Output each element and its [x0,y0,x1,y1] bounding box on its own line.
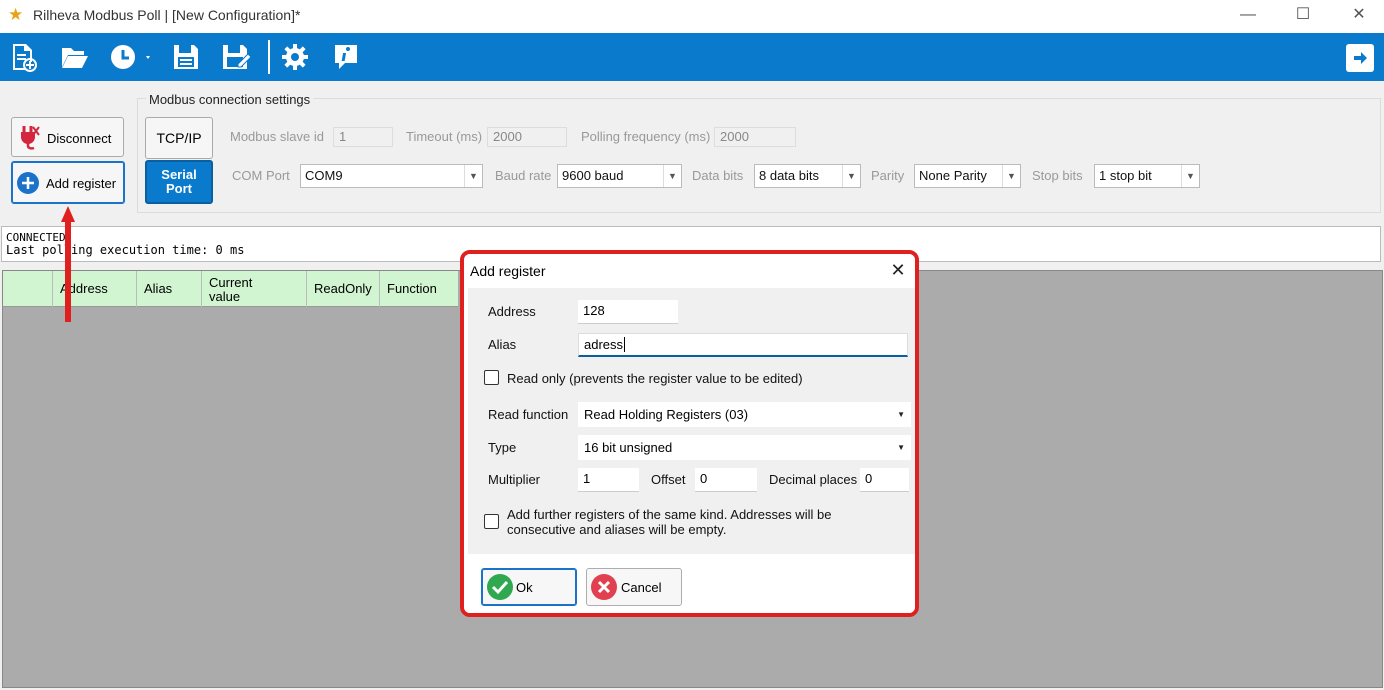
ok-button[interactable]: Ok [481,568,577,606]
cancel-x-icon [590,573,618,604]
plug-icon [18,124,42,153]
chevron-down-icon: ▼ [842,165,860,187]
timeout-field: 2000 [487,127,567,147]
stop-bits-value: 1 stop bit [1099,168,1152,183]
read-function-select[interactable]: Read Holding Registers (03) ▼ [578,402,911,427]
save-icon[interactable] [170,42,202,72]
read-function-label: Read function [488,407,569,422]
alias-label: Alias [488,337,517,352]
baud-rate-select[interactable]: 9600 baud ▼ [557,164,682,188]
readonly-checkbox[interactable] [484,370,499,385]
grid-header-select[interactable] [3,271,53,307]
multiplier-label: Multiplier [488,472,541,487]
parity-value: None Parity [919,168,987,183]
chevron-down-icon: ▼ [464,165,482,187]
maximize-button[interactable]: ☐ [1275,0,1331,33]
decimal-places-input[interactable]: 0 [860,468,909,492]
exit-icon[interactable] [1346,44,1374,72]
alias-value: adress [584,337,624,352]
current-value-text: Current value [209,275,253,304]
timeout-label: Timeout (ms) [406,129,483,144]
add-register-button[interactable]: Add register [11,161,125,204]
app-star-icon: ★ [8,5,24,24]
chevron-down-icon: ▼ [897,410,905,419]
type-label: Type [488,440,517,455]
type-select[interactable]: 16 bit unsigned ▼ [578,435,911,460]
disconnect-button[interactable]: Disconnect [11,117,124,157]
parity-label: Parity [871,168,905,183]
polling-label: Polling frequency (ms) [581,129,711,144]
offset-label: Offset [651,472,686,487]
stop-bits-select[interactable]: 1 stop bit ▼ [1094,164,1200,188]
save-as-icon[interactable] [220,42,252,72]
chevron-down-icon: ▼ [1181,165,1199,187]
parity-select[interactable]: None Parity ▼ [914,164,1021,188]
add-register-label: Add register [46,176,117,191]
serial-label-line1: Serial [161,167,197,182]
checkmark-icon [486,573,514,604]
settings-gear-icon[interactable] [279,42,311,72]
com-port-value: COM9 [305,168,343,183]
dialog-body: Address 128 Alias adress Read only (prev… [468,288,915,554]
add-further-checkbox[interactable] [484,514,499,529]
plus-circle-icon [16,171,40,198]
chevron-down-icon: ▼ [663,165,681,187]
com-port-label: COM Port [232,168,290,183]
title-bar: ★ Rilheva Modbus Poll | [New Configurati… [0,0,1384,33]
grid-header-alias[interactable]: Alias [137,271,202,307]
new-file-icon[interactable] [7,42,39,72]
slave-id-field: 1 [333,127,393,147]
grid-header-readonly[interactable]: ReadOnly [307,271,380,307]
window-title: Rilheva Modbus Poll | [New Configuration… [33,7,301,23]
add-further-line2: consecutive and aliases will be empty. [507,522,727,537]
add-further-label: Add further registers of the same kind. … [507,507,831,537]
dialog-footer: Ok Cancel [464,554,915,613]
address-input[interactable]: 128 [578,300,678,324]
decimal-places-label: Decimal places [769,472,858,487]
grid-header-function[interactable]: Function [380,271,458,307]
dialog-close-button[interactable]: ✕ [887,260,909,282]
data-bits-select[interactable]: 8 data bits ▼ [754,164,861,188]
read-function-value: Read Holding Registers (03) [584,407,749,422]
add-register-dialog: Add register ✕ Address 128 Alias adress … [460,250,919,617]
toolbar-separator [268,40,270,74]
serial-label-line2: Port [166,181,192,196]
text-caret [624,337,626,352]
chevron-down-icon: ▼ [897,443,905,452]
type-value: 16 bit unsigned [584,440,673,455]
alias-input[interactable]: adress [578,333,908,357]
grid-header-current-value[interactable]: Current value [202,271,307,307]
dialog-title-bar: Add register ✕ [464,254,915,288]
ok-label: Ok [516,580,533,595]
chevron-down-icon: ▼ [1002,165,1020,187]
connection-settings-group: Modbus connection settings [137,92,1381,213]
data-bits-label: Data bits [692,168,744,183]
close-window-button[interactable]: ✕ [1331,0,1384,33]
cancel-label: Cancel [621,580,662,595]
info-icon[interactable] [330,42,362,72]
offset-input[interactable]: 0 [695,468,757,492]
connection-settings-legend: Modbus connection settings [146,92,314,107]
add-further-line1: Add further registers of the same kind. … [507,507,832,522]
baud-rate-value: 9600 baud [562,168,624,183]
polling-field: 2000 [714,127,796,147]
com-port-select[interactable]: COM9 ▼ [300,164,483,188]
tcp-ip-button[interactable]: TCP/IP [145,117,213,159]
minimize-button[interactable]: — [1220,0,1276,33]
dialog-title: Add register [470,263,546,279]
serial-port-button[interactable]: Serial Port [145,160,213,204]
address-label: Address [488,304,536,319]
data-bits-value: 8 data bits [759,168,819,183]
annotation-arrow [61,206,75,322]
cancel-button[interactable]: Cancel [586,568,682,606]
readonly-label: Read only (prevents the register value t… [507,371,803,386]
main-toolbar [0,33,1384,81]
disconnect-label: Disconnect [47,131,112,146]
stop-bits-label: Stop bits [1032,168,1083,183]
clock-icon[interactable] [108,42,156,72]
slave-id-label: Modbus slave id [230,129,324,144]
open-folder-icon[interactable] [58,42,90,72]
multiplier-input[interactable]: 1 [578,468,639,492]
baud-rate-label: Baud rate [495,168,552,183]
